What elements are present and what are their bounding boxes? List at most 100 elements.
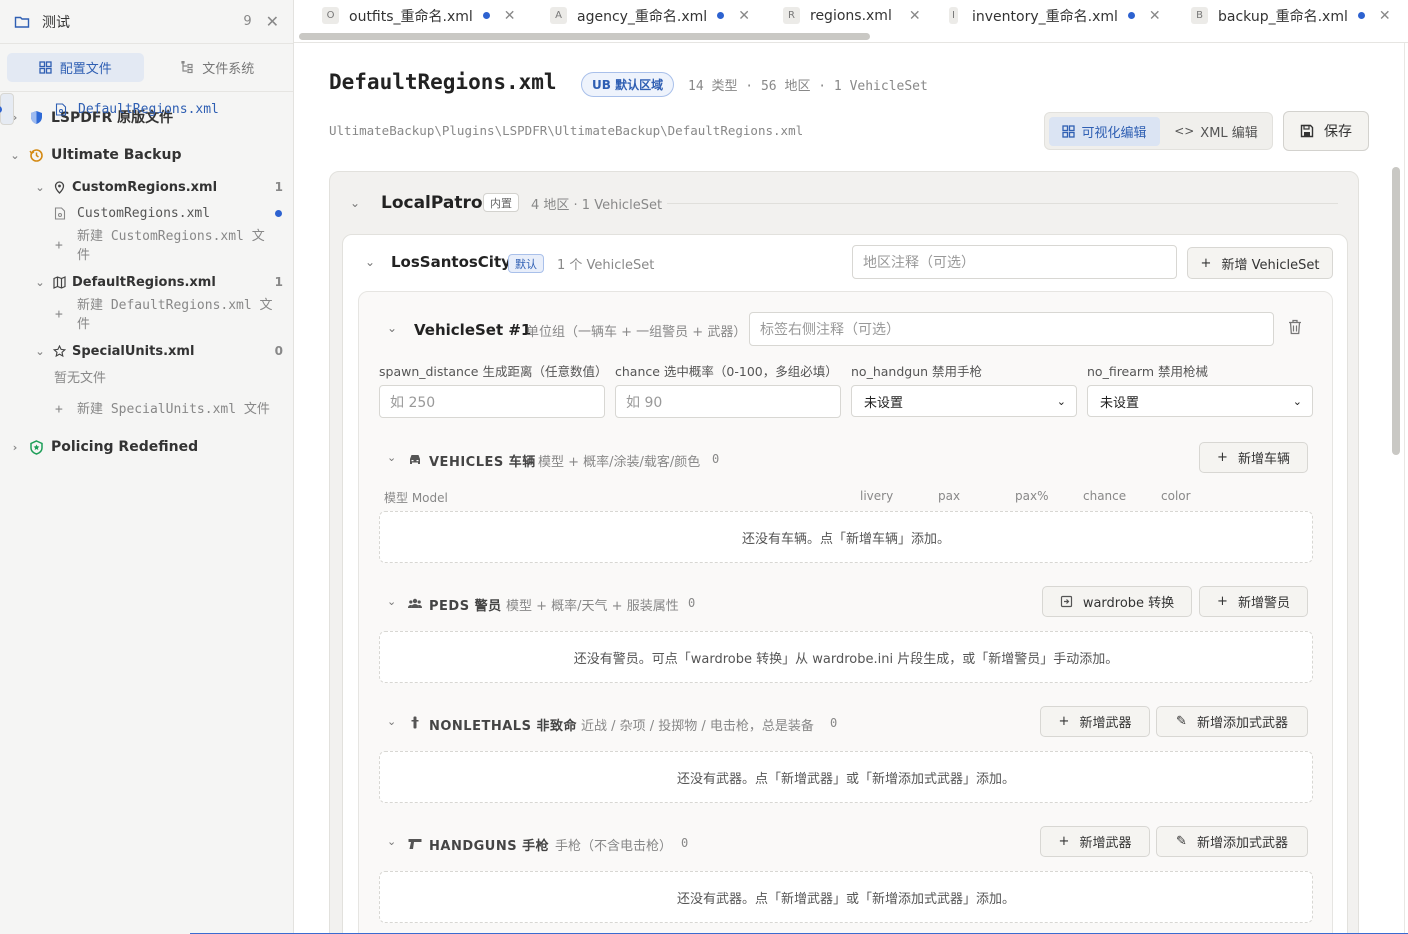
chevron-down-icon[interactable]: ⌄ (33, 276, 47, 289)
close-tab-icon[interactable]: ✕ (504, 8, 516, 24)
tab-label: outfits_重命名.xml (349, 8, 473, 25)
no-handgun-label: no_handgun 禁用手枪 (851, 364, 983, 379)
new-file-special-units[interactable]: + 新建 SpecialUnits.xml 文件 (0, 394, 293, 424)
chevron-down-icon[interactable]: ⌄ (387, 321, 397, 335)
visual-edit-label: 可视化编辑 (1081, 125, 1147, 141)
plus-icon: + (1217, 594, 1228, 609)
chevron-down-icon[interactable]: ⌄ (387, 835, 396, 848)
tree-node-default-regions[interactable]: ⌄ DefaultRegions.xml 1 (0, 269, 293, 295)
page-title: DefaultRegions.xml (329, 70, 557, 94)
xml-edit-button[interactable]: <> XML 编辑 (1164, 117, 1268, 146)
spawn-distance-input[interactable]: 如 250 (379, 385, 605, 418)
editor-tab-agency[interactable]: A agency_重命名.xml ✕ (550, 0, 750, 31)
close-tab-icon[interactable]: ✕ (1149, 8, 1161, 24)
tree-node-policing-redefined[interactable]: › Policing Redefined (0, 428, 293, 466)
tab-label: backup_重命名.xml (1218, 8, 1348, 25)
add-vehicle-button[interactable]: + 新增车辆 (1199, 442, 1308, 473)
chevron-down-icon: ⌄ (1292, 394, 1302, 408)
no-firearm-select[interactable]: 未设置 ⌄ (1087, 385, 1313, 417)
chevron-down-icon[interactable]: ⌄ (365, 255, 375, 269)
handguns-count: 0 (681, 836, 689, 850)
new-file-default-regions[interactable]: + 新建 DefaultRegions.xml 文件 (0, 295, 293, 334)
location-note-input[interactable]: 地区注释（可选） (852, 245, 1177, 279)
editor-tab-backup[interactable]: B backup_重命名.xml ✕ (1191, 0, 1391, 31)
vehicles-subtitle: 模型 + 概率/涂装/载客/颜色 (538, 455, 701, 470)
vehicleset-card: ⌄ VehicleSet #1 单位组（一辆车 + 一组警员 + 武器） 标签右… (358, 291, 1333, 934)
editor-tab-outfits[interactable]: O outfits_重命名.xml ✕ (322, 0, 516, 31)
chevron-down-icon[interactable]: ⌄ (350, 196, 360, 210)
new-file-label: 新建 CustomRegions.xml 文件 (77, 229, 265, 263)
add-handgun-weapon-button[interactable]: + 新增武器 (1040, 826, 1150, 857)
map-pin-icon (54, 180, 65, 194)
region-header[interactable]: ⌄ LocalPatrol 内置 4 地区 · 1 VehicleSet (330, 172, 1358, 234)
no-firearm-label: no_firearm 禁用枪械 (1087, 364, 1208, 379)
history-icon (29, 148, 43, 162)
editor-tab-regions[interactable]: R regions.xml ✕ (783, 0, 921, 31)
save-button[interactable]: 保存 (1283, 111, 1369, 151)
spawn-distance-label: spawn_distance 生成距离（任意数值） (379, 364, 608, 379)
add-nonlethal-attach-weapon-button[interactable]: ✎ 新增添加式武器 (1156, 706, 1308, 737)
wand-icon: ✎ (1176, 714, 1187, 729)
file-letter-icon: A (550, 7, 567, 24)
add-handgun-attach-weapon-button[interactable]: ✎ 新增添加式武器 (1156, 826, 1308, 857)
add-weapon-label: 新增武器 (1079, 836, 1132, 851)
workspace-name: 测试 (42, 14, 70, 31)
close-workspace-icon[interactable]: ✕ (266, 12, 279, 31)
tree-node-ultimate-backup[interactable]: ⌄ Ultimate Backup (0, 136, 293, 174)
column-header-chance: chance (1083, 489, 1127, 503)
workspace-header[interactable]: 测试 9 ✕ (0, 0, 293, 44)
no-handgun-select[interactable]: 未设置 ⌄ (851, 385, 1077, 417)
shield-icon (31, 110, 42, 124)
vehicleset-note-input[interactable]: 标签右侧注释（可选） (749, 312, 1274, 346)
chevron-down-icon[interactable]: ⌄ (387, 715, 396, 728)
unsaved-dot (482, 12, 490, 19)
chevron-right-icon[interactable]: › (8, 441, 22, 454)
chevron-down-icon[interactable]: ⌄ (33, 345, 47, 358)
close-tab-icon[interactable]: ✕ (1379, 8, 1391, 24)
chevron-down-icon[interactable]: ⌄ (33, 181, 47, 194)
tree-file-custom-regions[interactable]: CustomRegions.xml (0, 200, 293, 226)
tab-config-files[interactable]: 配置文件 (7, 53, 144, 82)
chevron-down-icon[interactable]: ⌄ (387, 451, 396, 464)
file-name: DefaultRegions.xml (78, 101, 219, 117)
location-name: LosSantosCity (391, 253, 511, 271)
wardrobe-convert-button[interactable]: wardrobe 转换 (1042, 586, 1192, 617)
new-file-custom-regions[interactable]: + 新建 CustomRegions.xml 文件 (0, 226, 293, 265)
tree-node-label: DefaultRegions.xml (72, 274, 216, 290)
tab-filesystem[interactable]: 文件系统 (150, 53, 287, 82)
tab-label: inventory_重命名.xml (972, 8, 1118, 25)
plus-icon: + (1058, 834, 1070, 849)
chevron-down-icon[interactable]: ⌄ (387, 595, 396, 608)
tree-node-label: SpecialUnits.xml (72, 343, 195, 359)
trash-icon[interactable] (1288, 319, 1302, 335)
vehicles-count: 0 (712, 452, 720, 466)
default-tag: 默认 (508, 254, 544, 273)
region-type-badge: UB 默认区域 (581, 72, 675, 97)
add-nonlethal-weapon-button[interactable]: + 新增武器 (1040, 706, 1150, 737)
tree-file-default-regions[interactable]: DefaultRegions.xml (0, 93, 219, 125)
nonlethals-count: 0 (830, 716, 838, 730)
editor-tab-inventory[interactable]: I inventory_重命名.xml ✕ (949, 0, 1161, 31)
tab-scrollbar[interactable] (299, 33, 870, 40)
tree-node-custom-regions[interactable]: ⌄ CustomRegions.xml 1 (0, 174, 293, 200)
plus-icon: + (55, 401, 63, 417)
add-vehicleset-button[interactable]: + 新增 VehicleSet (1187, 247, 1333, 279)
file-letter-icon: R (783, 7, 800, 24)
main-scrollbar[interactable] (1392, 167, 1400, 455)
sidebar-tabs: 配置文件 文件系统 (0, 44, 293, 92)
sidebar: 测试 9 ✕ 配置文件 文件系统 › LSPDFR 原版文件 ⌄ Ultimat… (0, 0, 294, 934)
close-tab-icon[interactable]: ✕ (909, 8, 921, 24)
grid-icon (39, 61, 52, 74)
star-icon (53, 344, 66, 357)
nonlethals-title: NONLETHALS 非致命 (429, 719, 577, 734)
editor-main: DefaultRegions.xml UB 默认区域 14 类型 · 56 地区… (294, 43, 1408, 934)
chevron-down-icon[interactable]: ⌄ (8, 149, 22, 162)
chance-input[interactable]: 如 90 (615, 385, 841, 418)
add-ped-button[interactable]: + 新增警员 (1199, 586, 1308, 617)
map-icon (53, 275, 66, 289)
unsaved-dot (1127, 12, 1135, 19)
tree-node-special-units[interactable]: ⌄ SpecialUnits.xml 0 (0, 338, 293, 364)
close-tab-icon[interactable]: ✕ (738, 8, 750, 24)
new-file-label: 新建 DefaultRegions.xml 文件 (77, 298, 273, 332)
visual-edit-button[interactable]: 可视化编辑 (1049, 116, 1160, 146)
